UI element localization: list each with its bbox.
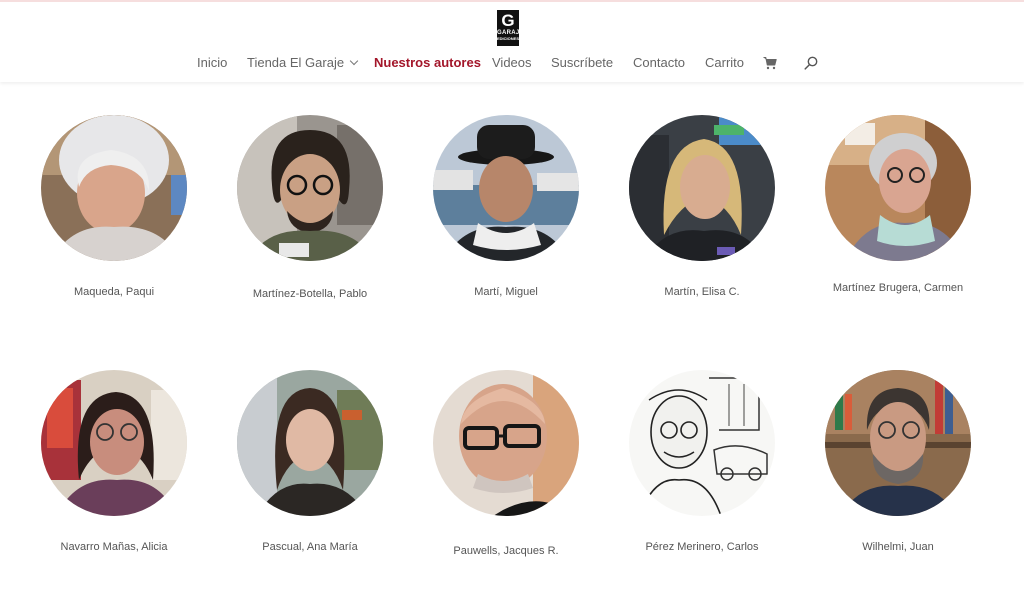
author-card-maqueda[interactable]: Maqueda, Paqui bbox=[34, 115, 194, 305]
shopping-cart-icon[interactable] bbox=[763, 56, 777, 70]
author-name[interactable]: Pascual, Ana María bbox=[230, 540, 390, 554]
author-card-perez-merinero[interactable]: Pérez Merinero, Carlos bbox=[622, 370, 782, 560]
nav-item-tienda[interactable]: Tienda El Garaje bbox=[247, 54, 359, 72]
author-name[interactable]: Navarro Mañas, Alicia bbox=[34, 540, 194, 554]
author-photo[interactable] bbox=[825, 370, 971, 516]
author-name[interactable]: Martín, Elisa C. bbox=[622, 285, 782, 299]
site-header: G GARAJE EDICIONES Inicio Tienda El Gara… bbox=[0, 2, 1024, 82]
author-photo[interactable] bbox=[629, 370, 775, 516]
author-photo[interactable] bbox=[433, 370, 579, 516]
author-card-navarro-manas[interactable]: Navarro Mañas, Alicia bbox=[34, 370, 194, 560]
search-icon[interactable] bbox=[804, 56, 818, 70]
logo-text-bottom: EDICIONES bbox=[497, 36, 519, 41]
nav-item-suscribete[interactable]: Suscríbete bbox=[551, 54, 613, 72]
nav-item-nuestros-autores[interactable]: Nuestros autores bbox=[374, 54, 481, 72]
chevron-down-icon bbox=[349, 56, 359, 66]
author-photo[interactable] bbox=[629, 115, 775, 261]
author-card-martin[interactable]: Martín, Elisa C. bbox=[622, 115, 782, 305]
author-name[interactable]: Wilhelmi, Juan bbox=[818, 540, 978, 554]
author-name[interactable]: Pauwells, Jacques R. bbox=[426, 544, 586, 558]
author-card-pascual[interactable]: Pascual, Ana María bbox=[230, 370, 390, 560]
nav-item-contacto[interactable]: Contacto bbox=[633, 54, 685, 72]
author-photo[interactable] bbox=[433, 115, 579, 261]
author-card-martinez-brugera[interactable]: Martínez Brugera, Carmen bbox=[818, 115, 978, 305]
author-name[interactable]: Martínez-Botella, Pablo bbox=[230, 287, 390, 301]
author-photo[interactable] bbox=[237, 370, 383, 516]
nav-item-carrito[interactable]: Carrito bbox=[705, 54, 744, 72]
site-logo[interactable]: G GARAJE EDICIONES bbox=[497, 10, 519, 46]
main-nav: Inicio Tienda El Garaje Nuestros autores… bbox=[0, 54, 1024, 74]
author-card-martinez-botella[interactable]: Martínez-Botella, Pablo bbox=[230, 115, 390, 305]
author-name[interactable]: Martí, Miguel bbox=[426, 285, 586, 299]
author-photo[interactable] bbox=[237, 115, 383, 261]
author-card-pauwells[interactable]: Pauwells, Jacques R. bbox=[426, 370, 586, 560]
author-name[interactable]: Martínez Brugera, Carmen bbox=[818, 281, 978, 295]
logo-letter: G bbox=[501, 11, 515, 30]
author-photo[interactable] bbox=[41, 115, 187, 261]
nav-item-tienda-label: Tienda El Garaje bbox=[247, 55, 345, 70]
nav-item-videos[interactable]: Videos bbox=[492, 54, 532, 72]
author-photo[interactable] bbox=[825, 115, 971, 261]
author-card-marti[interactable]: Martí, Miguel bbox=[426, 115, 586, 305]
author-photo[interactable] bbox=[41, 370, 187, 516]
author-name[interactable]: Maqueda, Paqui bbox=[34, 285, 194, 299]
nav-item-inicio[interactable]: Inicio bbox=[197, 54, 227, 72]
author-card-wilhelmi[interactable]: Wilhelmi, Juan bbox=[818, 370, 978, 560]
author-name[interactable]: Pérez Merinero, Carlos bbox=[622, 540, 782, 554]
